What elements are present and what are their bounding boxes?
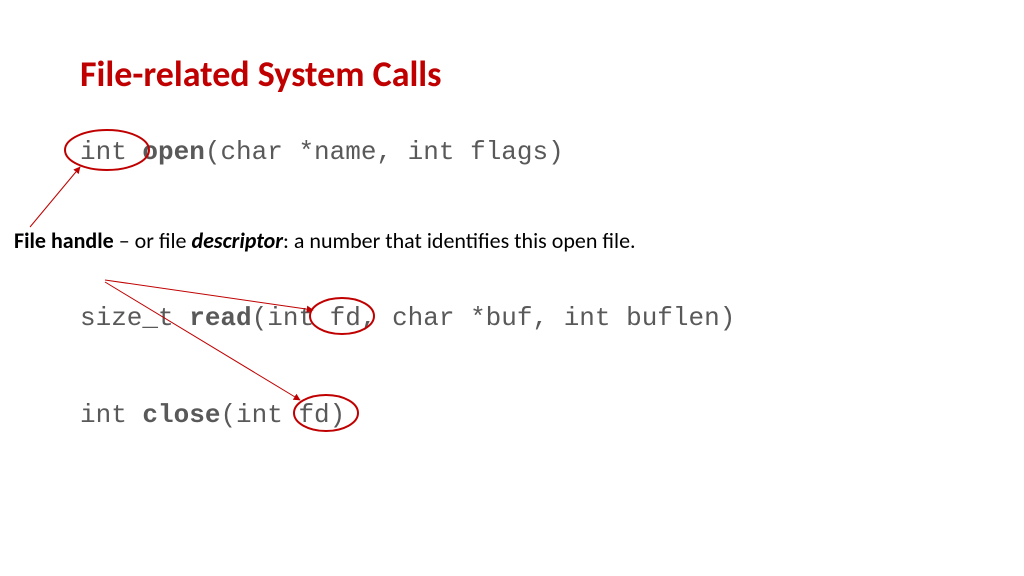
code-close-signature: int close(int fd) — [80, 400, 345, 430]
code-text: (int fd) — [220, 400, 345, 430]
desc-text: – or file — [114, 227, 192, 254]
code-text: int — [80, 137, 142, 167]
code-keyword-close: close — [142, 400, 220, 430]
desc-italic: descriptor — [191, 227, 283, 254]
desc-bold: File handle — [14, 227, 114, 254]
arrow-to-fd-close — [105, 282, 300, 400]
desc-text: : a number that identifies this open fil… — [283, 227, 636, 254]
code-text: int — [80, 400, 142, 430]
slide-title: File-related System Calls — [80, 52, 442, 96]
code-text: (char *name, int flags) — [205, 137, 564, 167]
code-keyword-read: read — [189, 303, 251, 333]
code-read-signature: size_t read(int fd, char *buf, int bufle… — [80, 303, 735, 333]
code-keyword-open: open — [142, 137, 204, 167]
description-paragraph: File handle – or file descriptor: a numb… — [14, 227, 714, 255]
code-text: (int fd, char *buf, int buflen) — [252, 303, 736, 333]
code-open-signature: int open(char *name, int flags) — [80, 137, 564, 167]
code-text: size_t — [80, 303, 189, 333]
arrow-to-int — [30, 167, 80, 227]
